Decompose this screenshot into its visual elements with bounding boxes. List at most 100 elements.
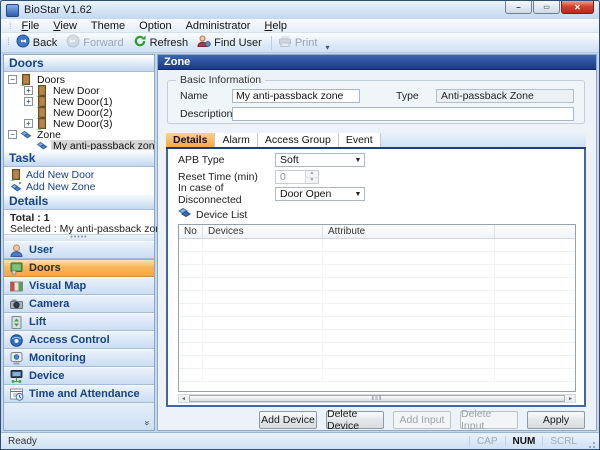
tree-item-label[interactable]: My anti-passback zone	[51, 139, 154, 150]
back-icon	[16, 34, 30, 51]
print-button: Print	[275, 33, 324, 52]
menu-view[interactable]: View	[47, 20, 83, 32]
expand-icon[interactable]	[24, 119, 33, 128]
nav-label[interactable]: Time and Attendance	[29, 388, 140, 400]
menu-option[interactable]: Option	[133, 20, 177, 32]
nav-label[interactable]: Lift	[29, 316, 46, 328]
tree-item-new-door[interactable]: New Door	[4, 84, 154, 97]
zone-icon	[36, 140, 48, 151]
statusbar: Ready CAP NUM SCRL	[1, 432, 599, 449]
nav-label[interactable]: Monitoring	[29, 352, 86, 364]
name-label: Name	[180, 90, 209, 102]
nav-user[interactable]: User	[4, 241, 154, 259]
visual-map-icon	[9, 279, 24, 294]
horizontal-scrollbar[interactable]: ◄ ⦀⦀⦀ ►	[178, 394, 576, 403]
tab-details[interactable]: Details	[166, 133, 216, 147]
add-new-door-link[interactable]: Add New Door	[10, 169, 154, 181]
configure-buttons-icon[interactable]: »	[142, 420, 152, 425]
tree-item-new-door-2[interactable]: New Door(2)	[4, 106, 154, 119]
menubar-grip[interactable]: ⁞	[9, 21, 11, 31]
add-new-door-label[interactable]: Add New Door	[26, 169, 94, 181]
toolbar-grip[interactable]: ⁞	[7, 37, 10, 48]
resize-grip[interactable]	[586, 439, 596, 449]
monitoring-icon	[9, 351, 24, 366]
collapse-icon[interactable]	[8, 130, 17, 139]
column-no[interactable]: No	[179, 225, 203, 238]
details-tab-content: APB Type Soft Reset Time (min) 0 ▲ ▼	[166, 149, 586, 407]
reset-time-value: 0	[280, 171, 286, 183]
expand-icon[interactable]	[24, 97, 33, 106]
delete-device-button[interactable]: Delete Device	[326, 408, 384, 432]
menu-administrator[interactable]: Administrator	[180, 20, 257, 32]
chevron-down-icon	[352, 157, 364, 164]
nav-camera[interactable]: Camera	[4, 295, 154, 313]
tab-event[interactable]: Event	[338, 133, 381, 147]
minimize-button[interactable]	[505, 1, 532, 14]
nav-label[interactable]: User	[29, 244, 53, 256]
nav-label[interactable]: Doors	[29, 262, 61, 274]
sidebar: Doors Doors New Door New Door(1)	[3, 54, 167, 431]
device-list-icon	[178, 207, 191, 222]
nav-monitoring[interactable]: Monitoring	[4, 349, 154, 367]
nav-lift[interactable]: Lift	[4, 313, 154, 331]
disconnected-dropdown[interactable]: Door Open	[275, 187, 365, 201]
scroll-left-icon[interactable]: ◄	[179, 395, 188, 402]
scrollbar-thumb[interactable]: ⦀⦀⦀	[189, 395, 565, 402]
apply-button[interactable]: Apply	[527, 411, 585, 429]
doors-icon	[9, 261, 24, 276]
scroll-right-icon[interactable]: ►	[566, 395, 575, 402]
nav-doors[interactable]: Doors	[4, 259, 154, 277]
device-list-table[interactable]: No Devices Attribute	[178, 224, 576, 392]
find-user-label: Find User	[214, 36, 262, 49]
column-devices[interactable]: Devices	[203, 225, 323, 238]
print-icon	[278, 34, 292, 51]
table-header: No Devices Attribute	[179, 225, 575, 239]
menu-help[interactable]: Help	[258, 20, 293, 32]
expand-icon[interactable]	[24, 86, 33, 95]
tree-item-zone-root[interactable]: Zone	[4, 129, 154, 141]
toolbar-separator	[270, 35, 272, 50]
menu-file[interactable]: File	[16, 20, 46, 32]
app-icon	[6, 3, 19, 17]
name-input[interactable]	[232, 89, 360, 103]
add-new-zone-link[interactable]: Add New Zone	[10, 181, 154, 193]
nav-access-control[interactable]: Access Control	[4, 331, 154, 349]
tree-item-new-door-3[interactable]: New Door(3)	[4, 117, 154, 130]
nav-label[interactable]: Camera	[29, 298, 69, 310]
nav-label[interactable]: Device	[29, 370, 64, 382]
apb-type-dropdown[interactable]: Soft	[275, 153, 365, 167]
forward-label: Forward	[83, 36, 124, 49]
add-new-zone-label[interactable]: Add New Zone	[26, 181, 95, 193]
details-total: Total : 1	[10, 212, 50, 224]
description-input[interactable]	[232, 107, 574, 121]
details-section: Total : 1 Selected : My anti-passback zo…	[4, 210, 167, 235]
sidebar-splitter[interactable]: •••••	[4, 234, 154, 241]
nav-device[interactable]: Device	[4, 367, 154, 385]
nav-label[interactable]: Access Control	[29, 334, 110, 346]
close-button[interactable]	[561, 1, 594, 14]
nav-label[interactable]: Visual Map	[29, 280, 86, 292]
tree-item-new-door-1[interactable]: New Door(1)	[4, 95, 154, 108]
door-icon	[20, 73, 32, 86]
tab-alarm[interactable]: Alarm	[215, 133, 258, 147]
column-attribute[interactable]: Attribute	[323, 225, 495, 238]
tab-bar: Details Alarm Access Group Event	[166, 133, 586, 147]
apb-type-label: APB Type	[178, 154, 225, 166]
nav-time-and-attendance[interactable]: Time and Attendance	[4, 385, 154, 403]
nav-visual-map[interactable]: Visual Map	[4, 277, 154, 295]
tab-access-group[interactable]: Access Group	[257, 133, 339, 147]
toolbar-overflow-icon[interactable]: ▾	[325, 43, 329, 52]
add-device-button[interactable]: Add Device	[259, 411, 317, 429]
menu-theme[interactable]: Theme	[85, 20, 131, 32]
tree-item-anti-passback-zone[interactable]: My anti-passback zone	[4, 139, 154, 151]
back-button[interactable]: Back	[13, 33, 63, 52]
refresh-button[interactable]: Refresh	[130, 33, 195, 52]
titlebar[interactable]: BioStar V1.62	[1, 1, 599, 19]
maximize-button[interactable]	[533, 1, 560, 14]
tree-item-doors-root[interactable]: Doors	[4, 73, 154, 86]
device-icon	[9, 369, 24, 384]
find-user-button[interactable]: Find User	[194, 33, 268, 52]
collapse-icon[interactable]	[8, 75, 17, 84]
page-title: Zone	[158, 55, 596, 70]
access-control-icon	[9, 333, 24, 348]
